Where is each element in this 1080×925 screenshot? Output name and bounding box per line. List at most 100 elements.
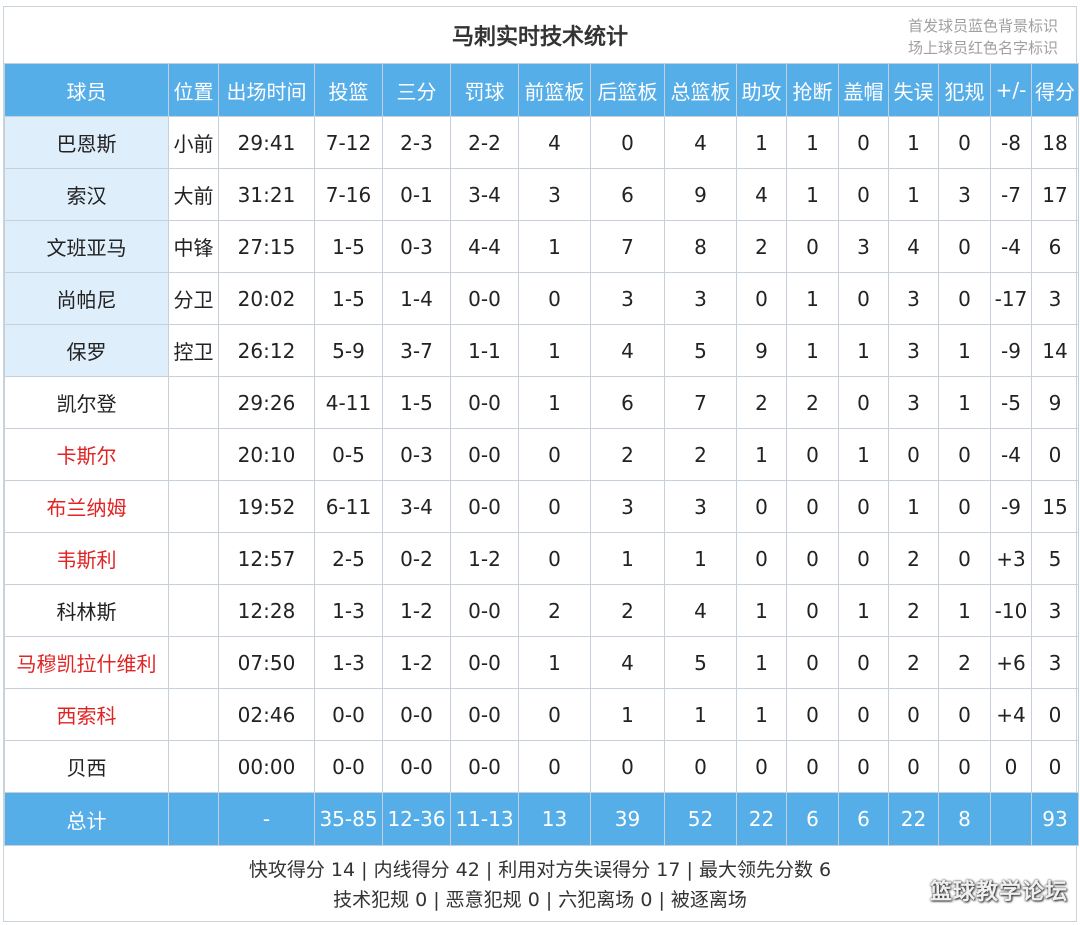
stat-cell: 1: [838, 324, 889, 377]
table-row[interactable]: 马穆凯拉什维利 07:50 1-3 1-2 0-0 1 4 5 1 0 0 2 2 +6 3: [4, 636, 1079, 689]
table-row[interactable]: 西索科 02:46 0-0 0-0 0-0 0 1 1 1 0 0 0 0 +4 0: [4, 688, 1079, 741]
stat-cell: 4: [888, 220, 939, 273]
stat-cell: 控卫: [168, 324, 219, 377]
stat-cell: 1: [938, 376, 991, 429]
col-header[interactable]: 抢断: [786, 63, 839, 117]
stat-cell: 20:10: [218, 428, 315, 481]
player-name[interactable]: 科林斯: [4, 584, 169, 637]
col-header[interactable]: +/-: [990, 63, 1032, 117]
stat-cell: 2: [888, 532, 939, 585]
stat-cell: 1-5: [382, 376, 451, 429]
col-header[interactable]: 助攻: [736, 63, 787, 117]
table-row[interactable]: 保罗 控卫 26:12 5-9 3-7 1-1 1 4 5 9 1 1 3 1 -9 14: [4, 324, 1079, 377]
stat-cell: 1-2: [382, 636, 451, 689]
stat-cell: 7: [590, 220, 665, 273]
col-header[interactable]: 投篮: [314, 63, 383, 117]
stat-cell: 0: [838, 532, 889, 585]
stat-cell: 1: [518, 636, 591, 689]
col-header[interactable]: 犯规: [938, 63, 991, 117]
player-name[interactable]: 西索科: [4, 688, 169, 741]
col-header[interactable]: 位置: [168, 63, 219, 117]
stat-cell: 5-9: [314, 324, 383, 377]
table-row[interactable]: 凯尔登 29:26 4-11 1-5 0-0 1 6 7 2 2 0 3 1 -5 9: [4, 376, 1079, 429]
table-row[interactable]: 贝西 00:00 0-0 0-0 0-0 0 0 0 0 0 0 0 0 0 0: [4, 740, 1079, 793]
col-header[interactable]: 罚球: [450, 63, 519, 117]
col-header[interactable]: 前篮板: [518, 63, 591, 117]
stat-cell: 4: [664, 116, 737, 169]
player-name[interactable]: 卡斯尔: [4, 428, 169, 481]
stat-cell: 4: [736, 168, 787, 221]
stat-cell: 0: [938, 688, 991, 741]
stat-cell: +4: [990, 688, 1032, 741]
totals-row: 总计 -35-85 12-36 11-13 13 39 52 22 6 6 22 8 93: [4, 792, 1079, 846]
table-row[interactable]: 布兰纳姆 19:52 6-11 3-4 0-0 0 3 3 0 0 0 1 0 -9 15: [4, 480, 1079, 533]
stat-cell: 5: [664, 636, 737, 689]
stat-cell: 0: [736, 272, 787, 325]
player-name[interactable]: 马穆凯拉什维利: [4, 636, 169, 689]
stat-cell: 0: [518, 688, 591, 741]
stat-cell: 0: [736, 480, 787, 533]
stat-cell: 0: [838, 636, 889, 689]
stat-cell: 0-5: [314, 428, 383, 481]
table-row[interactable]: 科林斯 12:28 1-3 1-2 0-0 2 2 4 1 0 1 2 1 -10 3: [4, 584, 1079, 637]
stat-cell: 1: [938, 584, 991, 637]
col-header[interactable]: 盖帽: [838, 63, 889, 117]
player-name[interactable]: 布兰纳姆: [4, 480, 169, 533]
totals-cell: 22: [736, 792, 787, 846]
stat-cell: 7-12: [314, 116, 383, 169]
totals-cell: 12-36: [382, 792, 451, 846]
stat-cell: 3-7: [382, 324, 451, 377]
table-row[interactable]: 文班亚马 中锋 27:15 1-5 0-3 4-4 1 7 8 2 0 3 4 0 -4 6: [4, 220, 1079, 273]
stat-cell: 0: [838, 740, 889, 793]
player-name[interactable]: 凯尔登: [4, 376, 169, 429]
stat-cell: 2: [736, 376, 787, 429]
stat-cell: 2-3: [382, 116, 451, 169]
table-row[interactable]: 巴恩斯 小前 29:41 7-12 2-3 2-2 4 0 4 1 1 0 1 0 -8 18: [4, 116, 1079, 169]
table-row[interactable]: 韦斯利 12:57 2-5 0-2 1-2 0 1 1 0 0 0 2 0 +3 5: [4, 532, 1079, 585]
col-header[interactable]: 失误: [888, 63, 939, 117]
stat-cell: 0: [786, 740, 839, 793]
player-name[interactable]: 尚帕尼: [4, 272, 169, 325]
stat-cell: 6-11: [314, 480, 383, 533]
stat-cell: 1-2: [450, 532, 519, 585]
stat-cell: 1: [786, 324, 839, 377]
stat-cell: -9: [990, 480, 1032, 533]
col-header[interactable]: 三分: [382, 63, 451, 117]
col-header[interactable]: 总篮板: [664, 63, 737, 117]
stat-cell: -4: [990, 220, 1032, 273]
table-row[interactable]: 尚帕尼 分卫 20:02 1-5 1-4 0-0 0 3 3 0 1 0 3 0 -17 3: [4, 272, 1079, 325]
stat-cell: 0: [938, 220, 991, 273]
table-row[interactable]: 索汉 大前 31:21 7-16 0-1 3-4 3 6 9 4 1 0 1 3 -7 17: [4, 168, 1079, 221]
stat-cell: 0-3: [382, 220, 451, 273]
stat-cell: 3: [1031, 584, 1079, 637]
player-name[interactable]: 韦斯利: [4, 532, 169, 585]
stat-cell: 2-5: [314, 532, 383, 585]
player-name[interactable]: 保罗: [4, 324, 169, 377]
stat-cell: 0: [518, 740, 591, 793]
table-row[interactable]: 卡斯尔 20:10 0-5 0-3 0-0 0 2 2 1 0 1 0 0 -4 0: [4, 428, 1079, 481]
col-header[interactable]: 得分: [1031, 63, 1079, 117]
stat-cell: 2: [664, 428, 737, 481]
stat-cell: 29:26: [218, 376, 315, 429]
stat-cell: 0: [838, 272, 889, 325]
stat-cell: 0: [736, 740, 787, 793]
stat-cell: 2: [888, 584, 939, 637]
stat-cell: 1: [736, 636, 787, 689]
stat-cell: 0-0: [450, 272, 519, 325]
col-header[interactable]: 出场时间: [218, 63, 315, 117]
stat-cell: 大前: [168, 168, 219, 221]
player-name[interactable]: 文班亚马: [4, 220, 169, 273]
stat-cell: 1: [888, 168, 939, 221]
stat-cell: 0: [518, 532, 591, 585]
stat-cell: 1: [736, 428, 787, 481]
summary-line-2: 技术犯规 0 | 恶意犯规 0 | 六犯离场 0 | 被逐离场: [333, 889, 747, 911]
stat-cell: [168, 584, 219, 637]
stat-cell: 5: [1031, 532, 1079, 585]
player-name[interactable]: 索汉: [4, 168, 169, 221]
col-header[interactable]: 球员: [4, 63, 169, 117]
stat-cell: 0-3: [382, 428, 451, 481]
col-header[interactable]: 后篮板: [590, 63, 665, 117]
stat-cell: 0: [838, 480, 889, 533]
player-name[interactable]: 巴恩斯: [4, 116, 169, 169]
player-name[interactable]: 贝西: [4, 740, 169, 793]
